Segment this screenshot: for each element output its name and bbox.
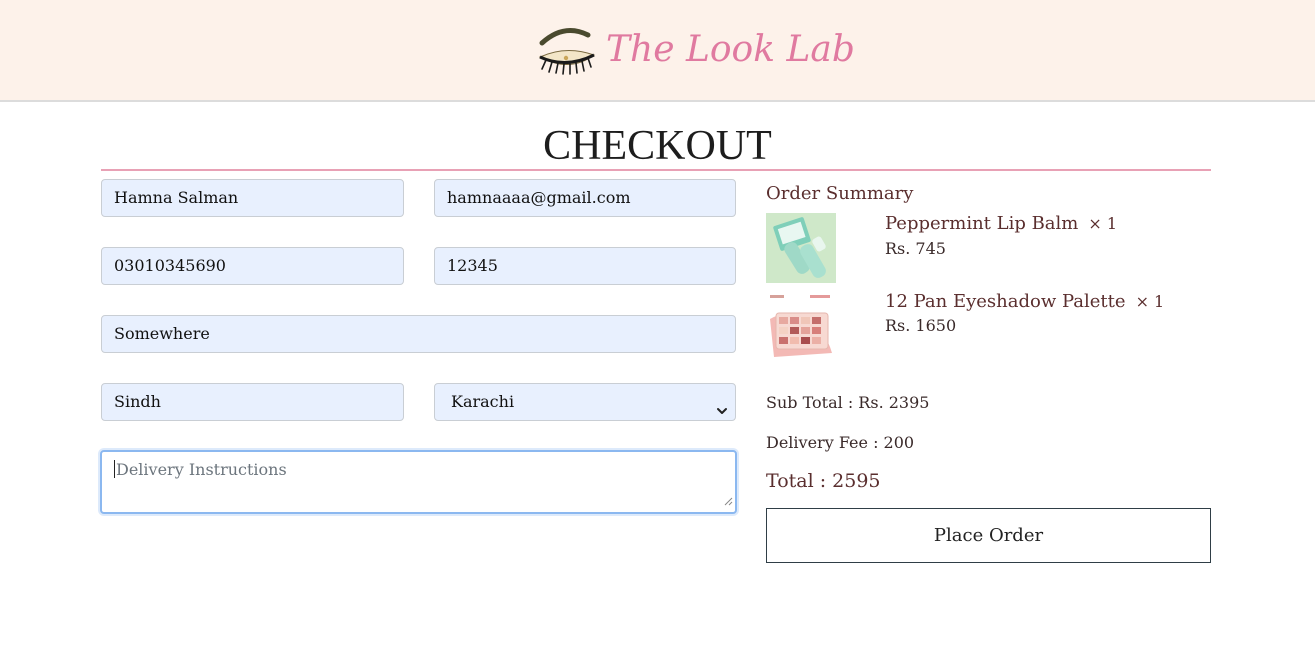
- cart-item-title: Peppermint Lip Balm: [885, 213, 1079, 234]
- phone-field[interactable]: 03010345690: [101, 247, 404, 285]
- cart-item-price: Rs. 1650: [885, 316, 957, 335]
- place-order-button[interactable]: Place Order: [766, 508, 1211, 563]
- full-name-field[interactable]: Hamna Salman: [101, 179, 404, 217]
- delivery-instructions-placeholder: Delivery Instructions: [116, 460, 287, 479]
- province-field[interactable]: Sindh: [101, 383, 404, 421]
- page-title: CHECKOUT: [543, 123, 772, 169]
- cart-item-qty: × 1: [1135, 292, 1165, 311]
- brand-name: The Look Lab: [606, 29, 855, 70]
- cart-item-qty: × 1: [1088, 214, 1118, 233]
- address-field[interactable]: Somewhere: [101, 315, 736, 353]
- site-header: The Look Lab: [0, 0, 1315, 102]
- email-field[interactable]: hamnaaaa@gmail.com: [434, 179, 736, 217]
- postal-code-field[interactable]: 12345: [434, 247, 736, 285]
- city-select[interactable]: Karachi: [434, 383, 736, 421]
- eyeshadow-palette-product-icon: [766, 291, 836, 361]
- resize-handle-icon[interactable]: [724, 491, 733, 510]
- cart-item-price: Rs. 745: [885, 239, 946, 258]
- eyelash-icon: [536, 25, 598, 75]
- order-summary-title: Order Summary: [766, 183, 914, 204]
- city-select-value: Karachi: [451, 392, 515, 411]
- lip-balm-product-icon: [766, 213, 836, 283]
- chevron-down-icon: [715, 395, 729, 414]
- order-total-text: Total : 2595: [766, 470, 881, 492]
- title-divider: [101, 169, 1211, 171]
- delivery-instructions-textarea[interactable]: Delivery Instructions: [100, 450, 737, 514]
- subtotal-text: Sub Total : Rs. 2395: [766, 393, 930, 412]
- cart-item-title: 12 Pan Eyeshadow Palette: [885, 291, 1126, 312]
- cart-item-name: Peppermint Lip Balm × 1: [885, 213, 1117, 235]
- cart-item-name: 12 Pan Eyeshadow Palette × 1: [885, 291, 1164, 313]
- brand-logo[interactable]: The Look Lab: [536, 22, 855, 78]
- text-caret: [114, 460, 115, 478]
- delivery-fee-text: Delivery Fee : 200: [766, 433, 915, 452]
